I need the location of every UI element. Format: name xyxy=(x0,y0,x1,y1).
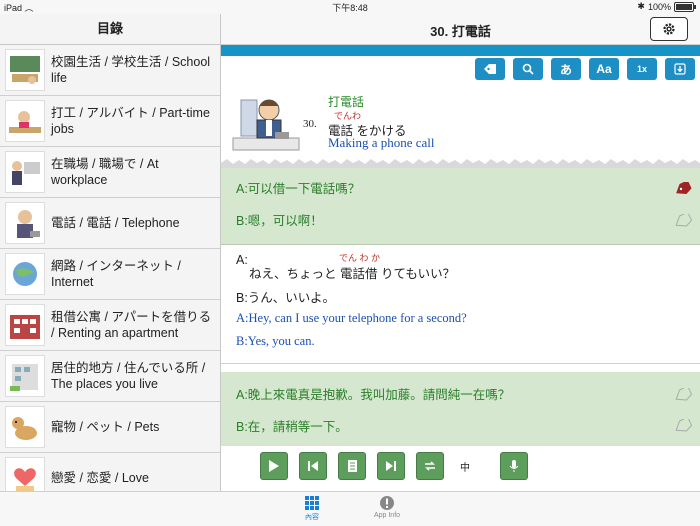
download-button[interactable] xyxy=(665,58,695,80)
status-bar: iPad ︵ 下午8:48 ✱ 100% xyxy=(0,0,700,14)
bookmark-tag-icon[interactable] xyxy=(674,214,692,228)
school-thumbnail-icon xyxy=(5,49,45,91)
job-thumbnail-icon xyxy=(5,100,45,142)
dialog-line-b-en: B:Yes, you can. xyxy=(236,334,315,348)
microphone-icon xyxy=(509,460,519,472)
status-time: 下午8:48 xyxy=(332,3,368,13)
header-accent-band xyxy=(221,45,700,56)
sidebar-item-label: 打工 / アルバイト / Part-time jobs xyxy=(51,106,210,136)
dialog-block-zh-2: A:晚上來電真是抱歉。我叫加藤。請問純一在嗎？ B:在，請稍等一下。 xyxy=(221,372,700,446)
dialog-line-b: B:在，請稍等一下。 xyxy=(236,420,348,434)
dog-thumbnail-icon xyxy=(5,406,45,448)
lesson-header: 30. 打電話 でんわ 電話 をかける Making a phone call xyxy=(221,80,700,164)
skip-back-icon xyxy=(308,461,318,471)
house-thumbnail-icon xyxy=(5,355,45,397)
tab-label: App Info xyxy=(373,512,401,519)
sidebar-item-label: 居住的地方 / 住んでいる所 / The places you live xyxy=(51,361,206,391)
sidebar-item-label: 網路 / インターネット / Internet xyxy=(51,259,181,289)
sidebar-item-label: 校園生活 / 学校生活 / School life xyxy=(51,55,211,85)
dialog-line-a: A:可以借一下電話嗎？ xyxy=(236,182,361,196)
gear-icon xyxy=(663,23,675,35)
lesson-title-zh: 打電話 xyxy=(328,95,365,109)
bookmark-tag-button[interactable] xyxy=(475,58,505,80)
bluetooth-icon: ✱ xyxy=(637,1,645,11)
dialog-block-zh-1: A:可以借一下電話嗎？ B:嗯，可以啊！ xyxy=(221,168,700,245)
lesson-title-en: Making a phone call xyxy=(328,135,435,150)
sidebar-item-label: 戀愛 / 恋愛 / Love xyxy=(51,471,149,485)
businessman-phone-illustration xyxy=(232,99,300,151)
lesson-toolbar: あ Aa 1x xyxy=(475,58,695,80)
main-header: 30. 打電話 xyxy=(221,14,700,45)
telephone-thumbnail-icon xyxy=(5,202,45,244)
sidebar-item-part-time-jobs[interactable]: 打工 / アルバイト / Part-time jobs xyxy=(0,96,220,147)
dialog-line-b: B:嗯，可以啊！ xyxy=(236,214,323,228)
dialog-line-a: A:晚上來電真是抱歉。我叫加藤。請問純一在嗎？ xyxy=(236,388,511,402)
torn-edge-divider xyxy=(221,158,700,168)
sidebar-item-label: 寵物 / ペット / Pets xyxy=(51,420,160,434)
sidebar-item-label: 電話 / 電話 / Telephone xyxy=(51,216,180,230)
skip-forward-icon xyxy=(386,461,396,471)
repeat-button[interactable] xyxy=(416,452,444,480)
sidebar-item-pets[interactable]: 寵物 / ペット / Pets xyxy=(0,402,220,453)
dialog-line-b-ja: B:うん、いいよ。 xyxy=(236,291,336,305)
bookmark-tag-icon[interactable] xyxy=(674,419,692,433)
audio-player: 中 xyxy=(260,452,528,480)
playback-speed-button[interactable]: 1x xyxy=(627,58,657,80)
record-button[interactable] xyxy=(500,452,528,480)
bookmark-tag-icon[interactable] xyxy=(674,388,692,402)
next-button[interactable] xyxy=(377,452,405,480)
document-icon xyxy=(348,460,357,472)
play-icon xyxy=(269,460,279,472)
page-title: 30. 打電話 xyxy=(430,24,491,39)
search-icon xyxy=(522,63,534,75)
tab-app-info[interactable]: App Info xyxy=(357,494,417,519)
sidebar: 目錄 校園生活 / 学校生活 / School life 打工 / アルバイト … xyxy=(0,14,221,504)
download-icon xyxy=(674,63,686,75)
battery-icon xyxy=(674,1,696,12)
info-icon xyxy=(380,496,394,510)
font-size-button[interactable]: Aa xyxy=(589,58,619,80)
search-button[interactable] xyxy=(513,58,543,80)
sidebar-item-label: 租借公寓 / アパートを借りる / Renting an apartment xyxy=(51,310,212,340)
apartment-thumbnail-icon xyxy=(5,304,45,346)
tag-icon xyxy=(484,64,496,74)
play-button[interactable] xyxy=(260,452,288,480)
sidebar-item-renting-apartment[interactable]: 租借公寓 / アパートを借りる / Renting an apartment xyxy=(0,300,220,351)
dialog-block-ja-en: A: でん わ か ねえ、ちょっと 電話借 りてもいい？ B:うん、いいよ。 A… xyxy=(221,245,700,364)
sidebar-item-label: 在職場 / 職場で / At workplace xyxy=(51,157,159,187)
sidebar-item-telephone[interactable]: 電話 / 電話 / Telephone xyxy=(0,198,220,249)
sidebar-item-school-life[interactable]: 校園生活 / 学校生活 / School life xyxy=(0,45,220,96)
globe-thumbnail-icon xyxy=(5,253,45,295)
bookmark-tag-icon[interactable] xyxy=(674,182,692,196)
workplace-thumbnail-icon xyxy=(5,151,45,193)
sidebar-item-workplace[interactable]: 在職場 / 職場で / At workplace xyxy=(0,147,220,198)
settings-button[interactable] xyxy=(650,17,688,41)
lesson-number: 30. xyxy=(303,118,317,130)
sidebar-item-internet[interactable]: 網路 / インターネット / Internet xyxy=(0,249,220,300)
dialog-line-a-en: A:Hey, can I use your telephone for a se… xyxy=(236,311,467,325)
battery-percent: 100% xyxy=(647,1,671,12)
dialog-line-a-label: A: xyxy=(236,253,248,267)
tab-label: 內容 xyxy=(305,514,319,521)
previous-button[interactable] xyxy=(299,452,327,480)
tab-contents[interactable]: 內容 xyxy=(282,494,342,522)
dialog-line-a-ja: ねえ、ちょっと 電話借 りてもいい？ xyxy=(249,267,456,281)
transcript-button[interactable] xyxy=(338,452,366,480)
repeat-icon xyxy=(425,461,435,471)
tab-bar: 內容 App Info xyxy=(0,491,700,526)
language-toggle[interactable]: 中 xyxy=(455,459,475,474)
sidebar-item-places-you-live[interactable]: 居住的地方 / 住んでいる所 / The places you live xyxy=(0,351,220,402)
kana-toggle-button[interactable]: あ xyxy=(551,58,581,80)
sidebar-title: 目錄 xyxy=(0,14,220,45)
grid-icon xyxy=(305,496,319,510)
